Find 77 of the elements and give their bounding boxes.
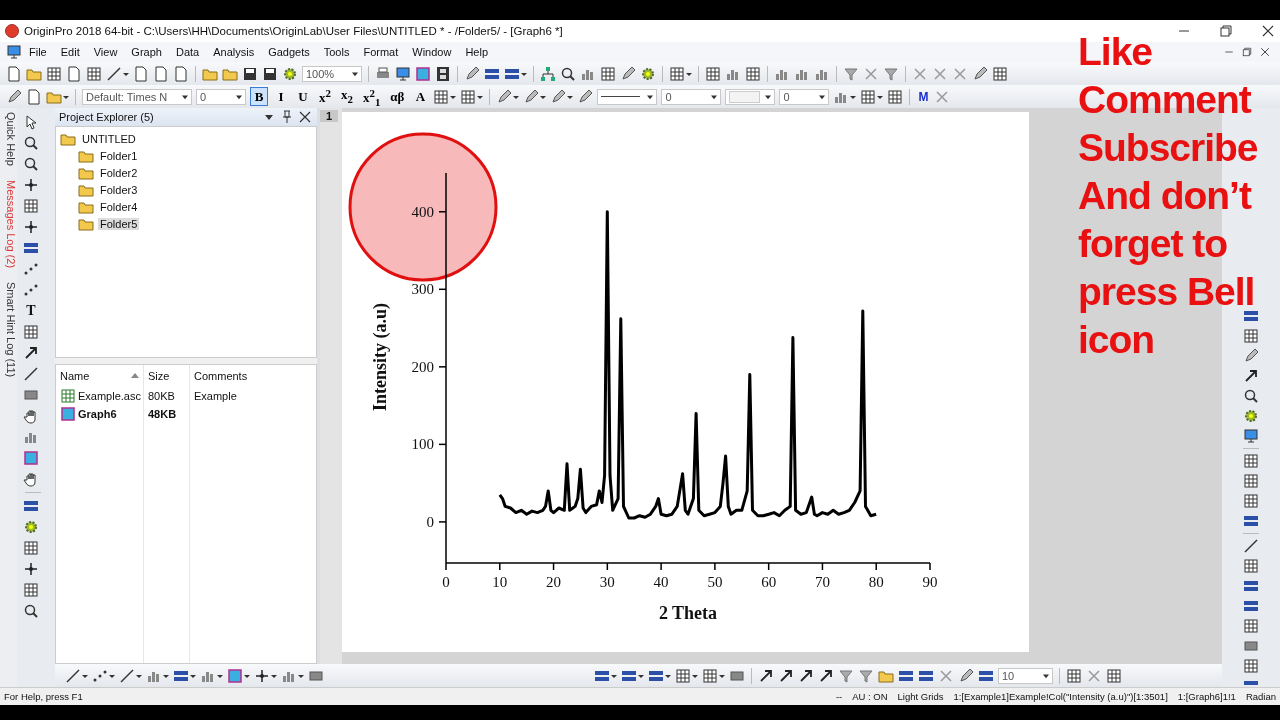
file-comment: Example: [194, 390, 237, 402]
tree-item[interactable]: Folder5: [98, 218, 140, 230]
format-button[interactable]: αβ: [387, 87, 408, 106]
page-tab[interactable]: 1: [320, 110, 338, 122]
format-button[interactable]: B: [250, 87, 268, 106]
caption-line: press Bell: [1078, 269, 1255, 315]
column-header[interactable]: Size: [148, 370, 170, 382]
tick-label: 10: [492, 574, 508, 590]
column-header[interactable]: Name: [60, 370, 90, 382]
x-axis-title: 2 Theta: [658, 603, 718, 623]
caption-line: And don’t: [1078, 173, 1251, 219]
mask-button[interactable]: M: [916, 89, 931, 104]
font-combo[interactable]: Default: Times N: [82, 88, 192, 105]
status-item: Light Grids: [897, 691, 944, 702]
tick-label: 0: [442, 574, 450, 590]
menu-item[interactable]: Analysis: [206, 46, 262, 58]
menu-item[interactable]: Format: [356, 46, 406, 58]
tree-item[interactable]: Folder1: [98, 150, 140, 162]
window-title: OriginPro 2018 64-bit - C:\Users\HH\Documents\OriginLab\User Files\UNTITLED * - /Folder5/ - [Graph6 *]: [24, 25, 563, 37]
zoom-combo[interactable]: 100%: [302, 65, 362, 82]
tick-label: 100: [411, 436, 434, 453]
tick-label: 400: [411, 203, 434, 220]
status-item: --: [835, 691, 843, 702]
format-button[interactable]: A: [411, 87, 430, 106]
status-item: Radian: [1245, 691, 1276, 702]
side-tab[interactable]: Messages Log (2): [0, 179, 17, 268]
file-name[interactable]: Graph6: [78, 408, 117, 420]
tree-item[interactable]: Folder2: [98, 167, 140, 179]
status-item: 1:[Example1]Example!Col("Intensity (a.u)")[1:3501]: [953, 691, 1168, 702]
font-size-combo[interactable]: 0: [196, 88, 246, 105]
text-tool[interactable]: T: [22, 303, 39, 319]
menu-item[interactable]: Edit: [53, 46, 87, 58]
status-text: For Help, press F1: [4, 691, 83, 702]
tick-label: 200: [411, 358, 434, 375]
status-item: AU : ON: [852, 691, 888, 702]
menu-item[interactable]: View: [86, 46, 125, 58]
caption-line: icon: [1078, 317, 1155, 363]
menu-item[interactable]: Window: [405, 46, 459, 58]
file-size: 80KB: [148, 390, 175, 402]
tree-item[interactable]: Folder4: [98, 201, 140, 213]
tick-label: 0: [426, 513, 434, 530]
format-button[interactable]: x$_{2}$: [338, 87, 356, 106]
tick-label: 60: [761, 574, 777, 590]
menu-item[interactable]: Graph: [124, 46, 169, 58]
tree-item[interactable]: UNTITLED: [80, 133, 138, 145]
menu-item[interactable]: Gadgets: [261, 46, 317, 58]
symbol-size-combo[interactable]: 0: [779, 88, 830, 105]
menu-item[interactable]: Help: [458, 46, 496, 58]
side-tab[interactable]: Quick Help: [0, 112, 17, 166]
tick-label: 30: [599, 574, 615, 590]
menu-item[interactable]: Data: [168, 46, 207, 58]
format-button[interactable]: x$^{2}$: [316, 87, 334, 106]
file-name[interactable]: Example.asc: [78, 390, 141, 402]
caption-line: forget to: [1078, 221, 1228, 267]
tick-label: 80: [868, 574, 884, 590]
size-combo[interactable]: 10: [998, 667, 1053, 684]
file-size: 48KB: [148, 408, 177, 420]
caption-line: Comment: [1078, 77, 1251, 123]
tick-label: 90: [922, 574, 938, 590]
tick-label: 40: [653, 574, 669, 590]
tick-label: 50: [707, 574, 723, 590]
column-header[interactable]: Comments: [194, 370, 248, 382]
tick-label: 300: [411, 281, 434, 298]
tick-label: 20: [546, 574, 562, 590]
caption-line: Like: [1078, 29, 1153, 75]
line-width-combo[interactable]: 0: [661, 88, 722, 105]
tick-label: 70: [814, 574, 830, 590]
format-button[interactable]: I: [272, 87, 290, 106]
panel-title: Project Explorer (5): [59, 111, 154, 123]
y-axis-title: Intensity (a.u): [370, 303, 390, 411]
tree-item[interactable]: Folder3: [98, 184, 140, 196]
status-item: 1:[Graph6]1!1: [1177, 691, 1236, 702]
caption-line: Subscribe: [1078, 125, 1258, 171]
format-button[interactable]: U: [294, 87, 312, 106]
menu-item[interactable]: File: [22, 46, 54, 58]
side-tab[interactable]: Smart Hint Log (11): [0, 281, 17, 377]
menu-item[interactable]: Tools: [316, 46, 357, 58]
